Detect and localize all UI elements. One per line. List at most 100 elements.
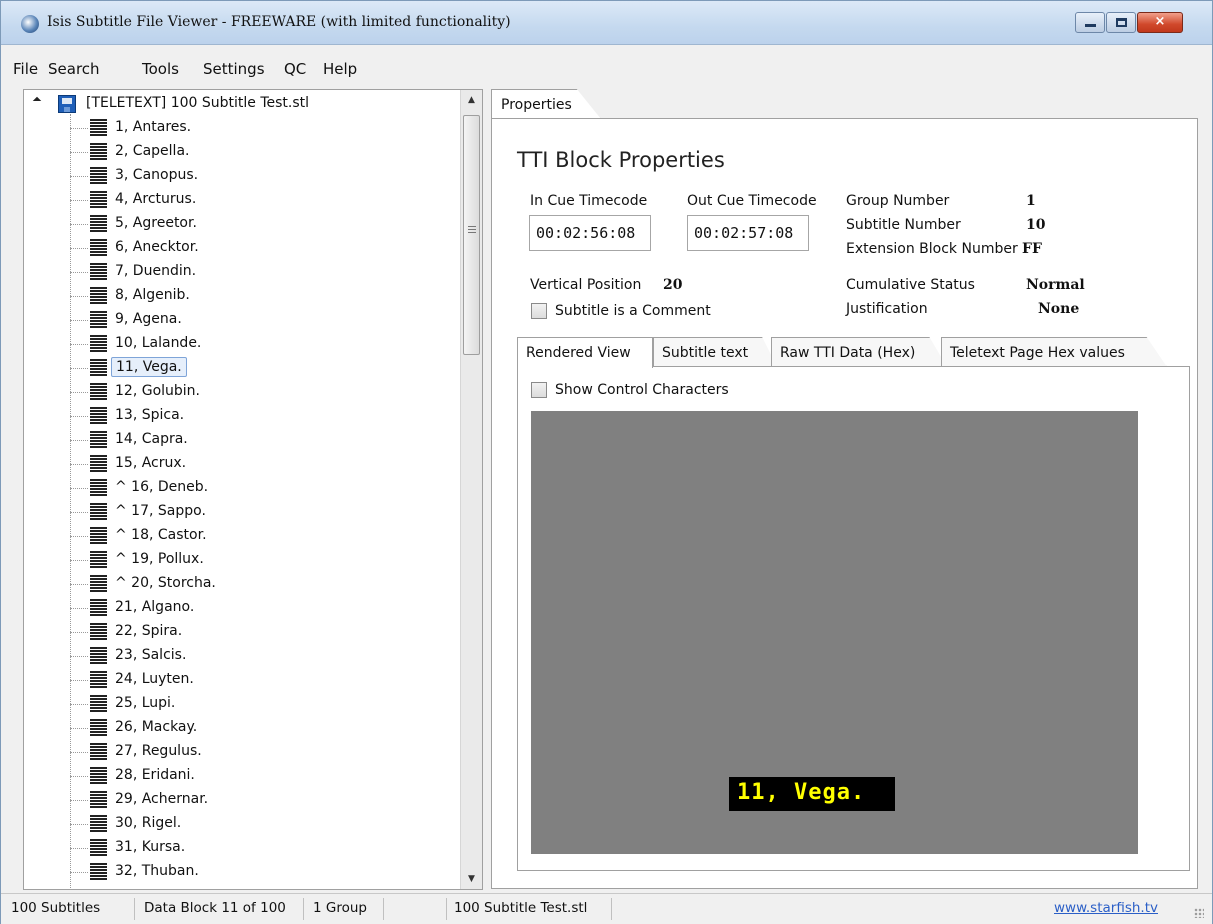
subtitle-lines-icon	[90, 383, 107, 400]
show-control-chars-checkbox[interactable]	[531, 382, 547, 398]
tree-item-label: 3, Canopus.	[115, 167, 199, 183]
group-number-label: Group Number	[846, 193, 950, 209]
status-subtitle-count: 100 Subtitles	[11, 900, 101, 916]
tree-item-label: 1, Antares.	[115, 119, 192, 135]
tree-item[interactable]: 22, Spira.	[70, 622, 450, 642]
tree-item-label: 9, Agena.	[115, 311, 182, 327]
tree-item[interactable]: 24, Luyten.	[70, 670, 450, 690]
tree-item[interactable]: 7, Duendin.	[70, 262, 450, 282]
tree-item[interactable]: 6, Anecktor.	[70, 238, 450, 258]
tree-connector	[70, 416, 88, 417]
tree-connector	[70, 584, 88, 585]
close-button[interactable]: ×	[1137, 12, 1183, 33]
menu-help[interactable]: Help	[323, 60, 357, 78]
tab-rendered-view[interactable]: Rendered View	[517, 337, 653, 368]
tree-item[interactable]: 15, Acrux.	[70, 454, 450, 474]
menu-qc[interactable]: QC	[284, 60, 306, 78]
menu-settings[interactable]: Settings	[203, 60, 265, 78]
tab-teletext-hex[interactable]: Teletext Page Hex values	[941, 337, 1167, 367]
comment-label: Subtitle is a Comment	[555, 303, 711, 319]
tree-connector	[70, 368, 88, 369]
tree-connector	[70, 848, 88, 849]
subtitle-lines-icon	[90, 359, 107, 376]
tree-connector	[70, 800, 88, 801]
tree-item-label: 11, Vega.	[111, 357, 187, 377]
minimize-button[interactable]	[1075, 12, 1105, 33]
group-number-value: 1	[1026, 193, 1036, 209]
tree-item-label: ^ 20, Storcha.	[115, 575, 216, 591]
cumulative-status-value: Normal	[1026, 277, 1085, 293]
menu-file[interactable]: File	[13, 60, 38, 78]
status-bar: 100 Subtitles Data Block 11 of 100 1 Gro…	[1, 893, 1212, 924]
tree-item[interactable]: 1, Antares.	[70, 118, 450, 138]
title-bar[interactable]: Isis Subtitle File Viewer - FREEWARE (wi…	[1, 1, 1212, 45]
tree-item-label: ^ 17, Sappo.	[115, 503, 206, 519]
tree-item[interactable]: 27, Regulus.	[70, 742, 450, 762]
tree-item[interactable]: ^ 18, Castor.	[70, 526, 450, 546]
subtitle-lines-icon	[90, 191, 107, 208]
tree-item-label: 24, Luyten.	[115, 671, 194, 687]
subtitle-lines-icon	[90, 215, 107, 232]
tree-item[interactable]: 12, Golubin.	[70, 382, 450, 402]
tree-connector	[70, 248, 88, 249]
subtitle-lines-icon	[90, 503, 107, 520]
tree-item-label: 32, Thuban.	[115, 863, 199, 879]
minimize-icon	[1085, 24, 1096, 27]
subtitle-number-value: 10	[1026, 217, 1046, 233]
out-cue-field[interactable]: 00:02:57:08	[687, 215, 809, 251]
tree-item[interactable]: 14, Capra.	[70, 430, 450, 450]
comment-checkbox[interactable]	[531, 303, 547, 319]
tree-item[interactable]: 13, Spica.	[70, 406, 450, 426]
subtitle-lines-icon	[90, 287, 107, 304]
tree-item[interactable]: ^ 19, Pollux.	[70, 550, 450, 570]
justification-value: None	[1038, 301, 1080, 317]
in-cue-field[interactable]: 00:02:56:08	[529, 215, 651, 251]
menu-search[interactable]: Search	[48, 60, 100, 78]
tree-item[interactable]: ^ 16, Deneb.	[70, 478, 450, 498]
scroll-down-arrow-icon[interactable]: ▼	[461, 869, 482, 889]
tab-raw-tti-data[interactable]: Raw TTI Data (Hex)	[771, 337, 947, 367]
tree-item[interactable]: 11, Vega.	[70, 357, 450, 378]
tree-item[interactable]: 31, Kursa.	[70, 838, 450, 858]
maximize-icon	[1116, 18, 1127, 27]
show-control-chars-label: Show Control Characters	[555, 382, 729, 398]
tree-item[interactable]: 8, Algenib.	[70, 286, 450, 306]
subtitle-lines-icon	[90, 623, 107, 640]
tree-item[interactable]: 2, Capella.	[70, 142, 450, 162]
subtitle-tree[interactable]: [TELETEXT] 100 Subtitle Test.stl 1, Anta…	[23, 89, 483, 890]
tree-item[interactable]: 28, Eridani.	[70, 766, 450, 786]
tree-connector	[70, 272, 88, 273]
subtitle-lines-icon	[90, 479, 107, 496]
tree-item[interactable]: 23, Salcis.	[70, 646, 450, 666]
tree-item[interactable]: 32, Thuban.	[70, 862, 450, 882]
tree-item[interactable]: ^ 17, Sappo.	[70, 502, 450, 522]
tree-item[interactable]: 10, Lalande.	[70, 334, 450, 354]
tree-item[interactable]: 26, Mackay.	[70, 718, 450, 738]
tab-subtitle-text[interactable]: Subtitle text	[653, 337, 777, 367]
window-title: Isis Subtitle File Viewer - FREEWARE (wi…	[47, 14, 511, 30]
view-tabs: Rendered View Subtitle text Raw TTI Data…	[517, 337, 1191, 368]
tree-item[interactable]: 4, Arcturus.	[70, 190, 450, 210]
status-divider	[446, 898, 447, 920]
expand-icon[interactable]	[32, 96, 42, 106]
scroll-thumb[interactable]	[463, 115, 480, 355]
app-icon	[21, 15, 39, 33]
tree-connector	[70, 176, 88, 177]
tree-item[interactable]: 25, Lupi.	[70, 694, 450, 714]
starfish-link[interactable]: www.starfish.tv	[1054, 900, 1158, 916]
tree-item-label: 22, Spira.	[115, 623, 183, 639]
tree-item[interactable]: ^ 20, Storcha.	[70, 574, 450, 594]
tree-item[interactable]: 5, Agreetor.	[70, 214, 450, 234]
scroll-up-arrow-icon[interactable]: ▲	[461, 90, 482, 110]
tree-item[interactable]: 29, Achernar.	[70, 790, 450, 810]
tree-item[interactable]: 21, Algano.	[70, 598, 450, 618]
maximize-button[interactable]	[1106, 12, 1136, 33]
tree-item[interactable]: 30, Rigel.	[70, 814, 450, 834]
resize-grip-icon[interactable]	[1194, 908, 1204, 918]
tree-connector	[70, 440, 88, 441]
tree-scrollbar[interactable]: ▲ ▼	[460, 90, 482, 889]
tree-item[interactable]: 9, Agena.	[70, 310, 450, 330]
tree-item[interactable]: 3, Canopus.	[70, 166, 450, 186]
tree-connector	[70, 824, 88, 825]
menu-tools[interactable]: Tools	[142, 60, 179, 78]
